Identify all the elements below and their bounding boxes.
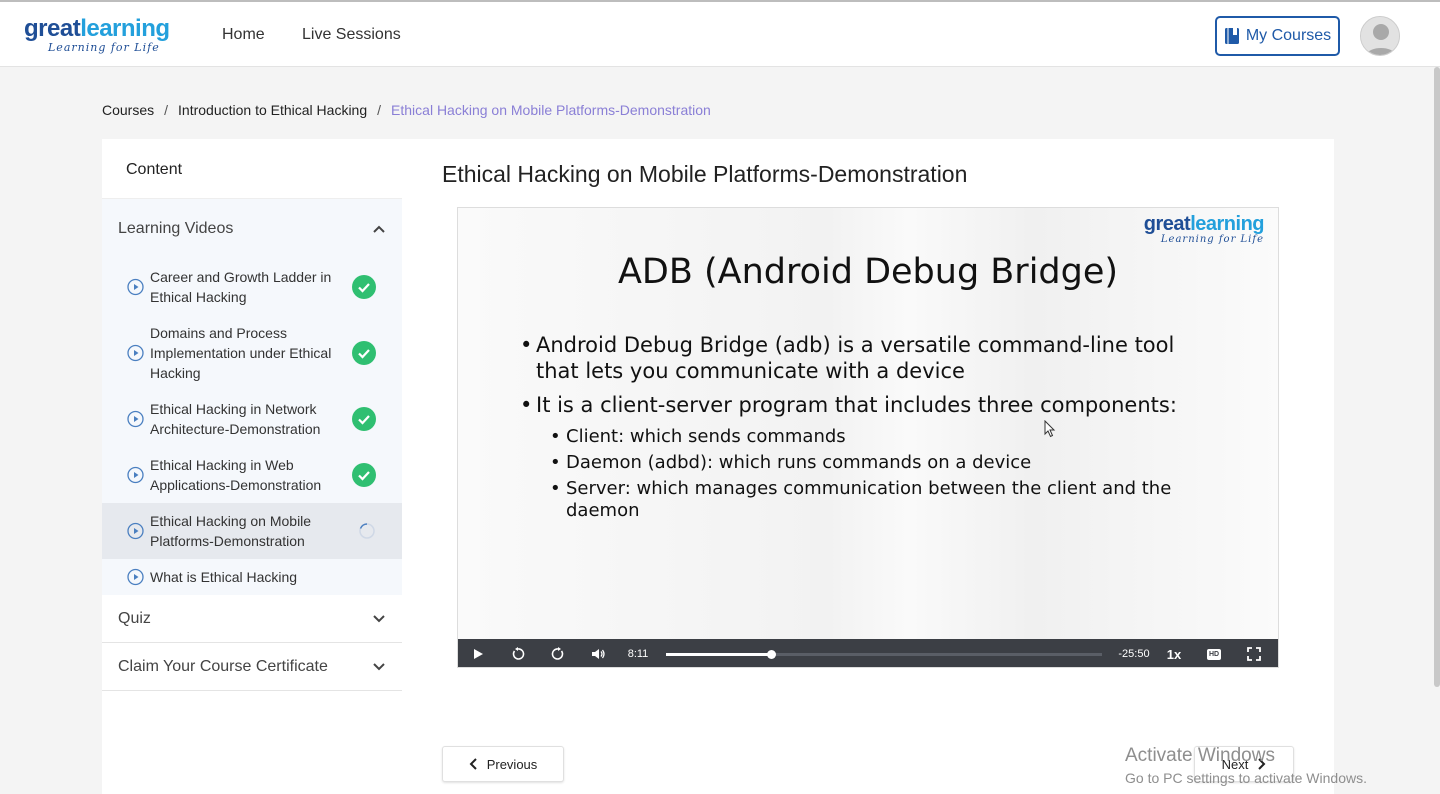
section-quiz[interactable]: Quiz	[102, 595, 402, 643]
forward-button[interactable]	[538, 639, 578, 667]
chevron-left-icon	[469, 758, 477, 770]
video-frame[interactable]: greatlearning Learning for Life ADB (And…	[458, 208, 1278, 639]
previous-button[interactable]: Previous	[442, 746, 564, 782]
video-list: Career and Growth Ladder in Ethical Hack…	[102, 259, 402, 595]
mouse-cursor-icon	[1044, 420, 1056, 438]
quality-button[interactable]: HD	[1194, 639, 1234, 667]
rewind-button[interactable]	[498, 639, 538, 667]
breadcrumb-current: Ethical Hacking on Mobile Platforms-Demo…	[391, 102, 711, 118]
video-player[interactable]: greatlearning Learning for Life ADB (And…	[457, 207, 1279, 668]
completed-check-icon	[352, 463, 376, 487]
top-navbar: greatlearning Learning for Life Home Liv…	[0, 0, 1440, 67]
chevron-down-icon	[373, 662, 385, 670]
next-label: Next	[1221, 756, 1249, 772]
play-circle-icon	[127, 344, 144, 362]
play-button[interactable]	[458, 639, 498, 667]
breadcrumb-separator: /	[164, 102, 169, 118]
slide-bullet: Android Debug Bridge (adb) is a versatil…	[520, 332, 1220, 384]
list-item[interactable]: Career and Growth Ladder in Ethical Hack…	[102, 259, 402, 315]
slide-title: ADB (Android Debug Bridge)	[617, 252, 1119, 292]
breadcrumb-course[interactable]: Introduction to Ethical Hacking	[178, 102, 367, 118]
book-icon	[1224, 28, 1239, 44]
list-item[interactable]: Ethical Hacking in Web Applications-Demo…	[102, 447, 402, 503]
player-controls: 8:11 -25:50 1x HD	[458, 639, 1278, 667]
seek-handle[interactable]	[766, 649, 776, 659]
section-label: Claim Your Course Certificate	[118, 657, 328, 675]
fullscreen-icon	[1247, 647, 1261, 661]
seek-bar[interactable]	[666, 649, 1102, 659]
next-button[interactable]: Next	[1194, 746, 1294, 782]
section-label: Quiz	[118, 609, 151, 627]
play-circle-icon	[127, 466, 144, 484]
slide-sub-bullet: Daemon (adbd): which runs commands on a …	[520, 452, 1220, 474]
video-title: Ethical Hacking on Mobile Platforms-Demo…	[150, 513, 312, 549]
completed-check-icon	[352, 341, 376, 365]
hd-icon: HD	[1207, 648, 1221, 660]
logo-text-great: great	[24, 15, 81, 42]
breadcrumb: Courses / Introduction to Ethical Hackin…	[102, 102, 711, 118]
play-circle-icon	[127, 410, 144, 428]
video-title: Domains and Process Implementation under…	[150, 325, 332, 381]
video-title: Career and Growth Ladder in Ethical Hack…	[150, 269, 332, 305]
nav-live-sessions-link[interactable]: Live Sessions	[302, 26, 401, 44]
breadcrumb-separator: /	[377, 102, 382, 118]
in-progress-icon	[359, 523, 375, 539]
slide-logo-learning: learning	[1190, 213, 1264, 235]
play-circle-icon	[127, 568, 144, 586]
completed-check-icon	[352, 275, 376, 299]
logo-tagline: Learning for Life	[48, 41, 160, 54]
lesson-title: Ethical Hacking on Mobile Platforms-Demo…	[442, 161, 968, 187]
section-learning-videos[interactable]: Learning Videos	[102, 199, 402, 259]
section-certificate[interactable]: Claim Your Course Certificate	[102, 643, 402, 691]
chevron-up-icon	[373, 225, 385, 233]
volume-icon	[592, 649, 605, 659]
slide-body: Android Debug Bridge (adb) is a versatil…	[520, 332, 1220, 526]
list-item[interactable]: Domains and Process Implementation under…	[102, 315, 402, 391]
completed-check-icon	[352, 407, 376, 431]
list-item[interactable]: Ethical Hacking in Network Architecture-…	[102, 391, 402, 447]
slide-sub-bullet: Server: which manages communication betw…	[520, 478, 1220, 522]
video-title: Ethical Hacking in Network Architecture-…	[150, 401, 321, 437]
previous-label: Previous	[486, 756, 538, 772]
play-circle-icon	[127, 522, 144, 540]
slide-logo-tagline: Learning for Life	[1160, 234, 1264, 245]
list-item[interactable]: What is Ethical Hacking	[102, 559, 402, 595]
slide-sub-bullet: Client: which sends commands	[520, 426, 1220, 448]
slide-bullet: It is a client-server program that inclu…	[520, 392, 1220, 418]
list-item-active[interactable]: Ethical Hacking on Mobile Platforms-Demo…	[102, 503, 402, 559]
my-courses-button[interactable]: My Courses	[1215, 16, 1340, 56]
fullscreen-button[interactable]	[1234, 639, 1274, 667]
page-scrollbar[interactable]	[1434, 67, 1440, 687]
lesson-panel: Ethical Hacking on Mobile Platforms-Demo…	[402, 139, 1334, 794]
remaining-time: -25:50	[1118, 648, 1150, 660]
elapsed-time: 8:11	[627, 648, 649, 660]
my-courses-label: My Courses	[1245, 27, 1332, 44]
user-silhouette-icon	[1361, 17, 1399, 55]
video-title: Ethical Hacking in Web Applications-Demo…	[150, 457, 322, 493]
volume-button[interactable]	[578, 639, 618, 667]
seek-bar-fill	[666, 652, 771, 656]
play-circle-icon	[127, 278, 144, 296]
user-avatar[interactable]	[1360, 16, 1400, 56]
playback-rate-button[interactable]: 1x	[1154, 647, 1194, 662]
greatlearning-logo[interactable]: greatlearning Learning for Life	[24, 15, 170, 54]
content-sidebar: Content Learning Videos Career and Growt…	[102, 139, 402, 794]
play-icon	[474, 649, 483, 659]
breadcrumb-courses[interactable]: Courses	[102, 102, 154, 118]
logo-text-learning: learning	[80, 15, 170, 42]
rewind-icon	[512, 647, 525, 660]
forward-icon	[551, 647, 564, 660]
sidebar-title: Content	[102, 139, 402, 199]
chevron-down-icon	[373, 614, 385, 622]
video-title: What is Ethical Hacking	[150, 569, 298, 585]
slide-logo: greatlearning Learning for Life	[1143, 213, 1265, 245]
chevron-right-icon	[1258, 758, 1266, 770]
nav-home-link[interactable]: Home	[222, 26, 265, 44]
slide-logo-great: great	[1143, 213, 1191, 235]
section-label: Learning Videos	[118, 220, 234, 237]
